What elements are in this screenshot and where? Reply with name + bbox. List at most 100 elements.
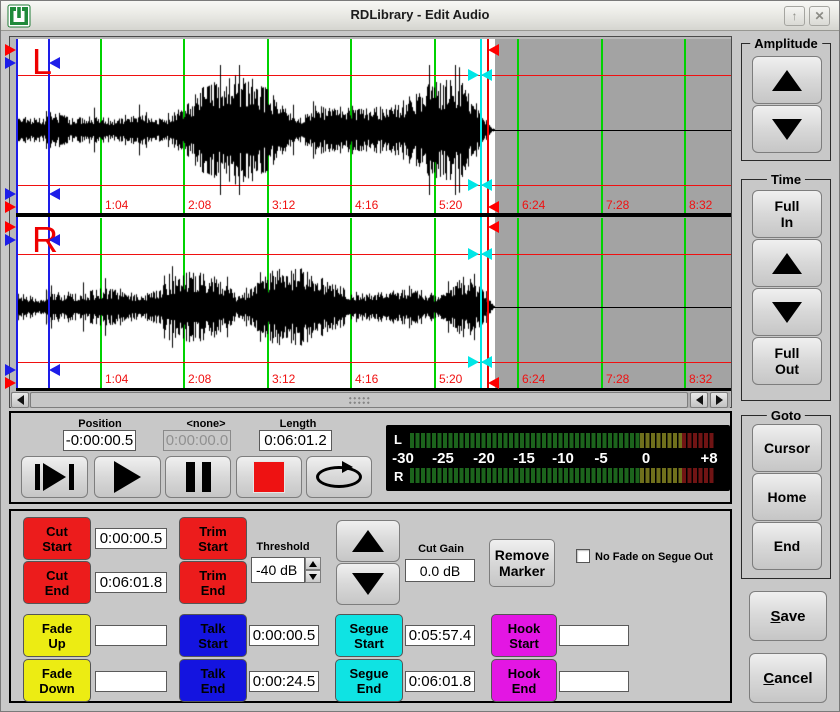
goto-cursor-button[interactable]: Cursor [752,424,822,472]
gain-down-button[interactable] [336,563,400,605]
talk-start-marker[interactable] [5,188,16,200]
segue-end-button[interactable]: Segue End [335,659,403,702]
time-zoom-out-button[interactable] [752,288,822,336]
pause-button[interactable] [165,456,231,498]
remove-marker-button[interactable]: Remove Marker [489,539,555,587]
goto-end-button[interactable]: End [752,522,822,570]
meter-segments [682,433,715,448]
meter-scale-label: 0 [642,450,650,467]
segue-start-marker[interactable] [468,69,479,81]
stop-button[interactable] [236,456,302,498]
no-fade-checkbox[interactable] [576,549,590,563]
time-full-out-button[interactable]: Full Out [752,337,822,385]
waveform-scrollbar[interactable] [11,392,730,408]
threshold-value[interactable]: -40 dB [251,557,305,583]
segue-start-button[interactable]: Segue Start [335,614,403,657]
talk-start-button[interactable]: Talk Start [179,614,247,657]
trim-end-button[interactable]: Trim End [179,561,247,604]
cut-end-field: 0:06:01.8 [95,572,167,593]
talk-end-marker[interactable] [49,234,60,246]
time-full-in-button[interactable]: Full In [752,190,822,238]
fade-up-button[interactable]: Fade Up [23,614,91,657]
talk-end-button[interactable]: Talk End [179,659,247,702]
play-button[interactable] [94,456,161,498]
waveform-display[interactable]: 1:041:042:082:083:123:124:164:165:205:20… [9,36,732,408]
down-arrow-icon [352,573,384,595]
segue-start-marker[interactable] [481,179,492,191]
meter-scale-label: -25 [432,450,454,467]
goto-home-button[interactable]: Home [752,473,822,521]
segue-start-marker[interactable] [481,356,492,368]
talk-end-marker[interactable] [49,364,60,376]
talk-start-marker[interactable] [5,234,16,246]
cut-end-marker[interactable] [488,201,499,213]
shade-window-button[interactable]: ↑ [784,6,805,26]
position-label: Position [55,418,145,430]
time-label: 6:24 [522,372,545,386]
fade-down-button[interactable]: Fade Down [23,659,91,702]
goto-group: Goto Cursor Home End [741,415,831,579]
gain-up-button[interactable] [336,520,400,562]
scroll-left-button[interactable] [11,392,29,408]
trim-start-button[interactable]: Trim Start [179,517,247,560]
segue-start-marker[interactable] [468,356,479,368]
meter-segments [640,468,682,483]
segue-start-marker[interactable] [481,69,492,81]
meter-scale-label: -5 [594,450,607,467]
save-button[interactable]: Save [749,591,827,641]
meter-scale-label: -10 [552,450,574,467]
cut-start-marker[interactable] [5,221,16,233]
segue-start-field: 0:05:57.4 [405,625,475,646]
play-from-start-button[interactable] [21,456,88,498]
cut-end-marker[interactable] [488,377,499,389]
cut-end-marker[interactable] [488,221,499,233]
scroll-step-left-button[interactable] [690,392,708,408]
cut-start-marker[interactable] [5,201,16,213]
threshold-down-button[interactable] [305,570,321,583]
scrollbar-thumb[interactable] [30,392,688,408]
spin-down-icon [309,574,317,580]
cut-end-marker[interactable] [488,44,499,56]
edit-audio-dialog: RDLibrary - Edit Audio ↑ ✕ 1:041:042:082… [0,0,840,712]
scroll-step-right-button[interactable] [710,392,728,408]
goto-group-label: Goto [767,408,805,423]
spin-up-icon [309,561,317,567]
loop-button[interactable] [306,456,372,498]
talk-start-marker[interactable] [5,364,16,376]
close-window-button[interactable]: ✕ [809,6,830,26]
segue-start-marker[interactable] [481,248,492,260]
time-label: 8:32 [689,198,712,212]
cut-start-field: 0:00:00.5 [95,528,167,549]
hook-start-button[interactable]: Hook Start [491,614,557,657]
amplitude-down-button[interactable] [752,105,822,153]
amplitude-group-label: Amplitude [750,36,822,51]
talk-start-field: 0:00:00.5 [249,625,319,646]
talk-end-marker[interactable] [49,57,60,69]
segue-start-marker[interactable] [468,179,479,191]
time-label: 6:24 [522,198,545,212]
window-title: RDLibrary - Edit Audio [1,7,839,22]
amplitude-up-button[interactable] [752,56,822,104]
talk-start-marker[interactable] [5,57,16,69]
cut-end-button[interactable]: Cut End [23,561,91,604]
hook-end-field [559,671,629,692]
fade-down-field [95,671,167,692]
threshold-up-button[interactable] [305,557,321,570]
segue-end-field: 0:06:01.8 [405,671,475,692]
time-label: 7:28 [606,198,629,212]
title-bar[interactable]: RDLibrary - Edit Audio ↑ ✕ [1,1,839,31]
cancel-button[interactable]: Cancel [749,653,827,703]
time-zoom-in-button[interactable] [752,239,822,287]
hook-end-button[interactable]: Hook End [491,659,557,702]
play-from-start-icon [35,464,40,490]
threshold-spinbox[interactable]: -40 dB [251,557,321,583]
cut-start-marker[interactable] [5,44,16,56]
cut-start-button[interactable]: Cut Start [23,517,91,560]
marker-name-label: <none> [161,418,251,430]
no-fade-label: No Fade on Segue Out [595,551,725,563]
up-arrow-icon [772,253,802,274]
talk-end-marker[interactable] [49,188,60,200]
stop-icon [254,462,284,492]
cut-start-marker[interactable] [5,377,16,389]
segue-start-marker[interactable] [468,248,479,260]
